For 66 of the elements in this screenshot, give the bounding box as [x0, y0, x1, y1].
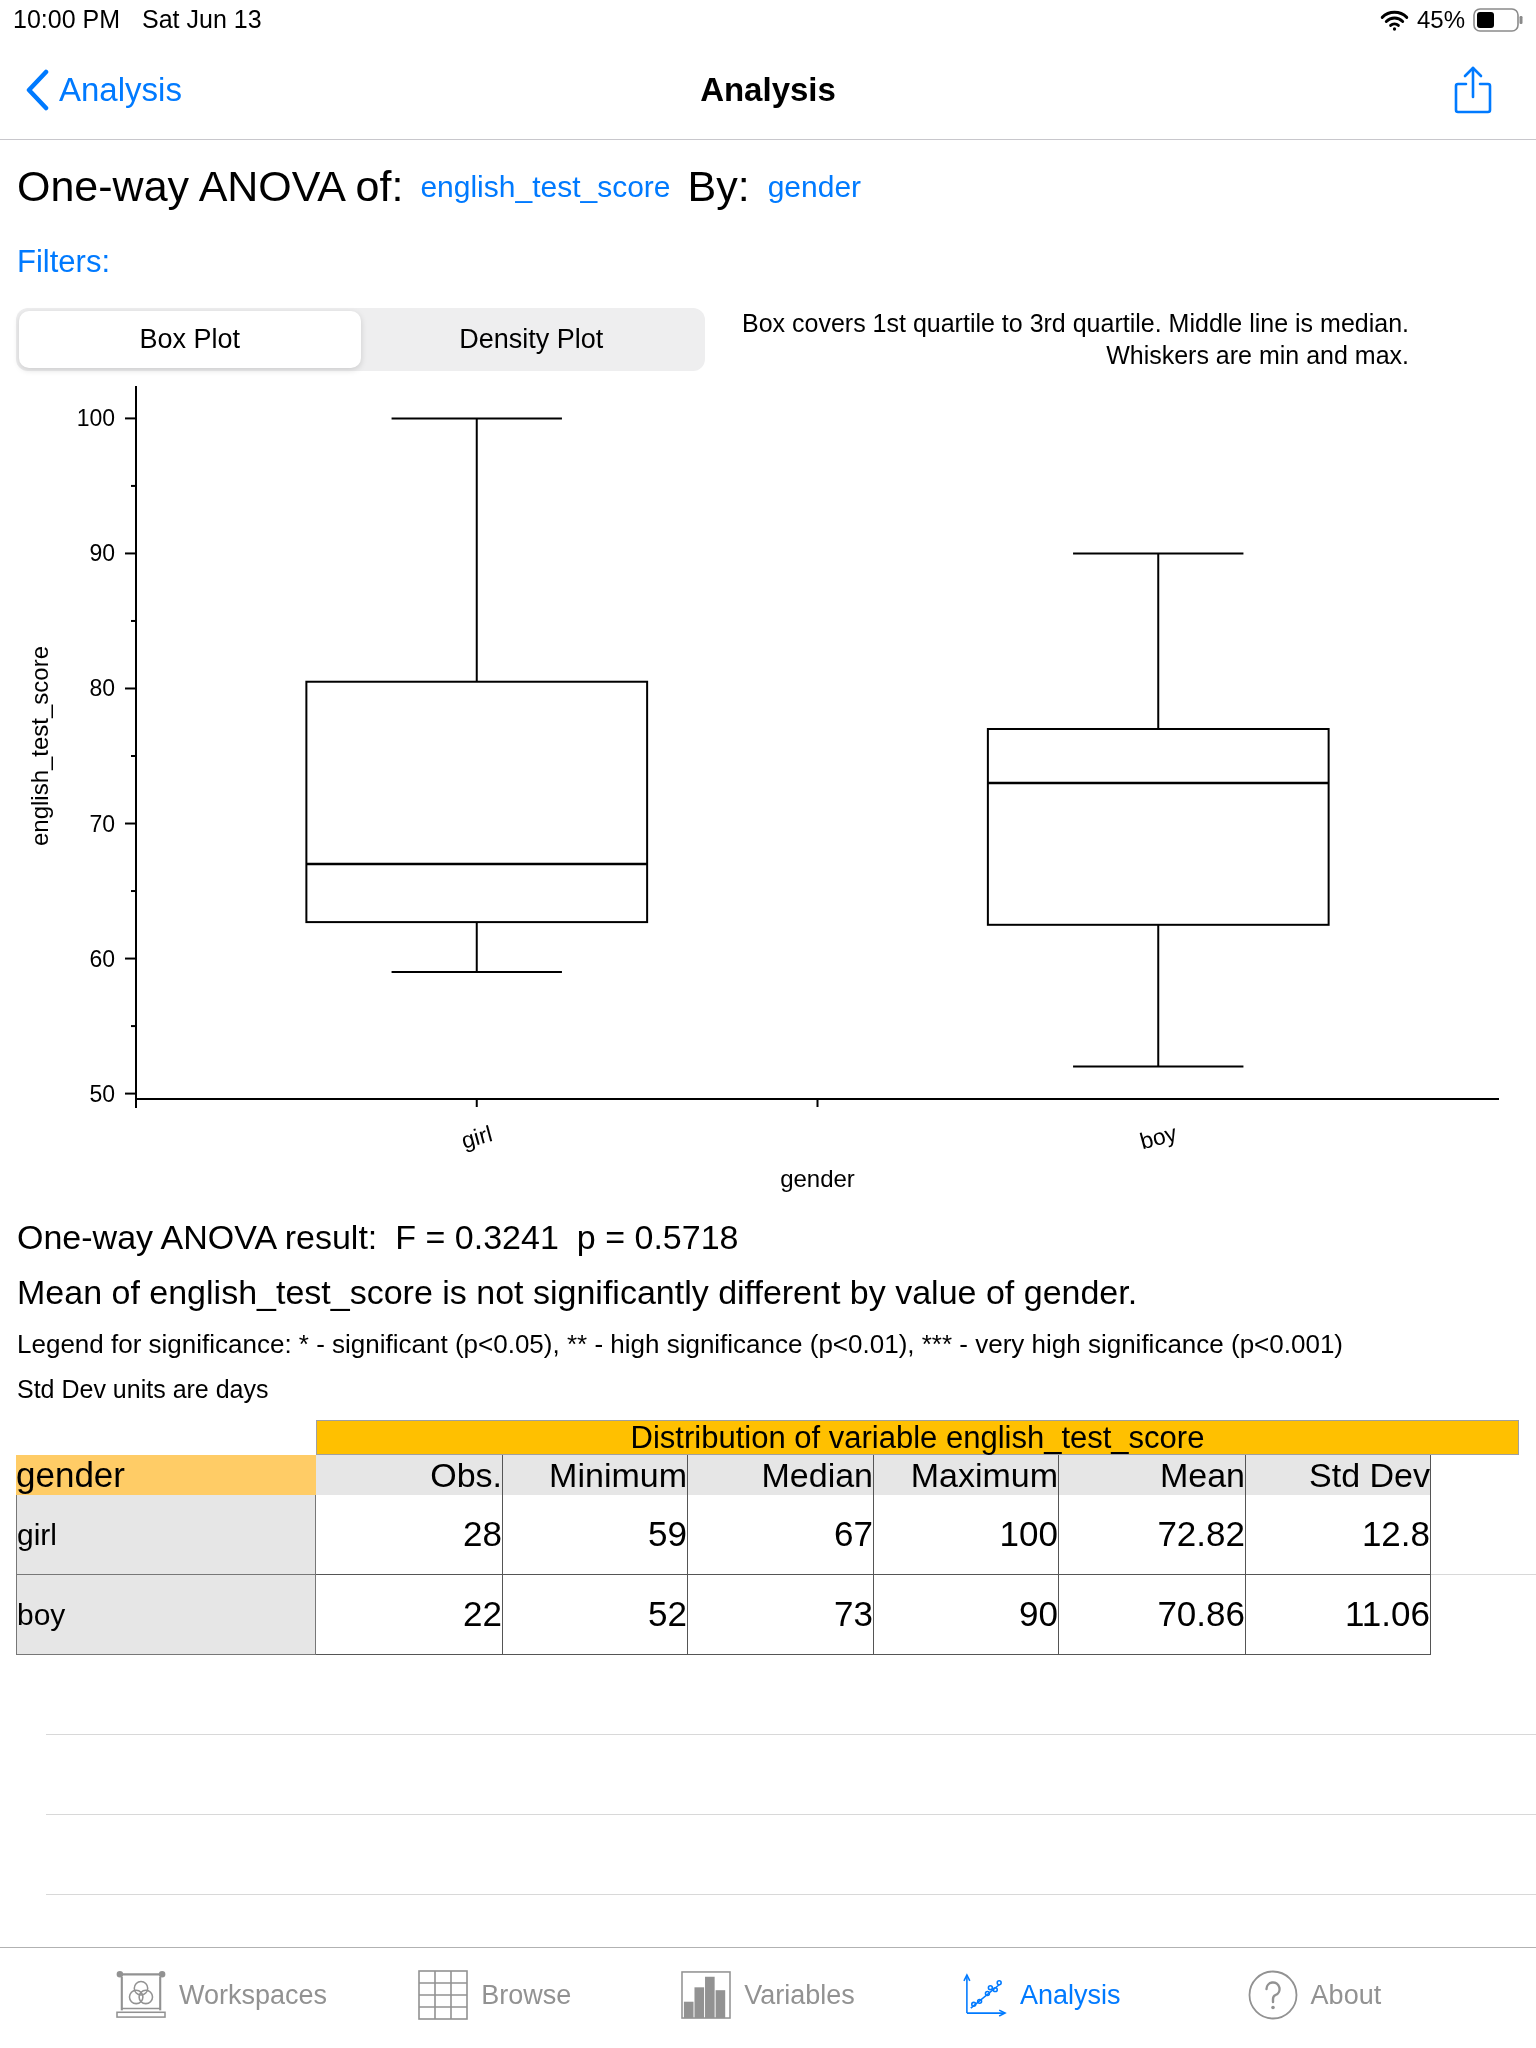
table-header-cell: Obs.: [316, 1455, 503, 1495]
group-link[interactable]: gender: [767, 163, 862, 209]
significance-legend: Legend for significance: * - significant (p<0.05), ** - high significance (p<0.01), *** - very high significance (p<0.001): [17, 1324, 1343, 1364]
battery-icon: [1473, 8, 1523, 32]
y-tick-label: 50: [89, 1080, 115, 1107]
y-tick-label: 100: [76, 405, 115, 432]
back-button[interactable]: Analysis: [24, 64, 182, 115]
tab-bar-item[interactable]: Variables: [631, 1948, 905, 2042]
y-tick-label: 90: [89, 540, 115, 567]
status-date: Sat Jun 13: [142, 4, 262, 36]
table-cell: 73: [688, 1575, 874, 1655]
f-statistic: F = 0.3241: [395, 1216, 559, 1258]
y-tick-label: 70: [89, 810, 115, 837]
conclusion-text: Mean of english_test_score is not significantly different by value of gender.: [17, 1271, 1138, 1313]
chevron-left-icon: [24, 68, 50, 111]
table-cell: 70.86: [1059, 1575, 1246, 1655]
by-label: By:: [687, 160, 750, 212]
table-cell: 100: [874, 1495, 1059, 1575]
p-value: p = 0.5718: [576, 1216, 739, 1258]
tab-bar-item[interactable]: Browse: [358, 1948, 632, 2042]
tab-bar-item[interactable]: Workspaces: [85, 1948, 359, 2042]
plot-description: Box covers 1st quartile to 3rd quartile. Middle line is median. Whiskers are min and max.: [742, 308, 1409, 371]
wifi-icon: [1379, 9, 1409, 31]
status-time: 10:00 PM: [13, 4, 120, 36]
table-cell: 28: [316, 1495, 503, 1575]
table-header-cell: Minimum: [503, 1455, 688, 1495]
table-cell: 90: [874, 1575, 1059, 1655]
table-cell: 12.8: [1246, 1495, 1431, 1575]
nav-title: Analysis: [700, 69, 836, 110]
table-cell: 67: [688, 1495, 874, 1575]
table-header-cell: Mean: [1059, 1455, 1246, 1495]
heading-title: One-way ANOVA of:: [17, 160, 404, 212]
table-header-cell: Std Dev: [1246, 1455, 1431, 1495]
grid-icon: [418, 1970, 469, 2020]
anova-result-label: One-way ANOVA result:: [17, 1216, 378, 1258]
x-tick-label: girl: [458, 1120, 495, 1154]
row-header-cell: girl: [16, 1495, 316, 1575]
table-cell: 52: [503, 1575, 688, 1655]
x-axis-title: gender: [780, 1164, 855, 1192]
y-tick-label: 80: [89, 675, 115, 702]
y-axis-title: english_test_score: [25, 645, 53, 847]
battery-percent: 45%: [1416, 5, 1465, 35]
variable-link[interactable]: english_test_score: [420, 163, 671, 209]
plot-type-tab[interactable]: Box Plot: [19, 311, 361, 368]
table-header-cell: gender: [16, 1455, 316, 1495]
table-cell: 22: [316, 1575, 503, 1655]
share-button[interactable]: [1453, 64, 1493, 115]
table-header-cell: Median: [688, 1455, 874, 1495]
table-header-cell: Maximum: [874, 1455, 1059, 1495]
tab-bar-item[interactable]: About: [1177, 1948, 1451, 2042]
x-tick-label: boy: [1136, 1119, 1180, 1155]
share-icon: [1453, 64, 1493, 115]
filters-link[interactable]: Filters:: [17, 238, 110, 286]
table-title: Distribution of variable english_test_score: [316, 1420, 1519, 1455]
tab-bar-item[interactable]: Analysis: [904, 1948, 1178, 2042]
easel-icon: [116, 1971, 167, 2019]
plot-type-tab[interactable]: Density Plot: [360, 311, 702, 368]
table-cell: 72.82: [1059, 1495, 1246, 1575]
table-cell: 59: [503, 1495, 688, 1575]
units-note: Std Dev units are days: [17, 1374, 269, 1406]
bar-chart-icon: [681, 1971, 732, 2019]
row-header-cell: boy: [16, 1575, 316, 1655]
y-tick-label: 60: [89, 945, 115, 972]
help-icon: [1247, 1970, 1298, 2020]
scatter-chart-icon: [961, 1972, 1007, 2018]
table-cell: 11.06: [1246, 1575, 1431, 1655]
